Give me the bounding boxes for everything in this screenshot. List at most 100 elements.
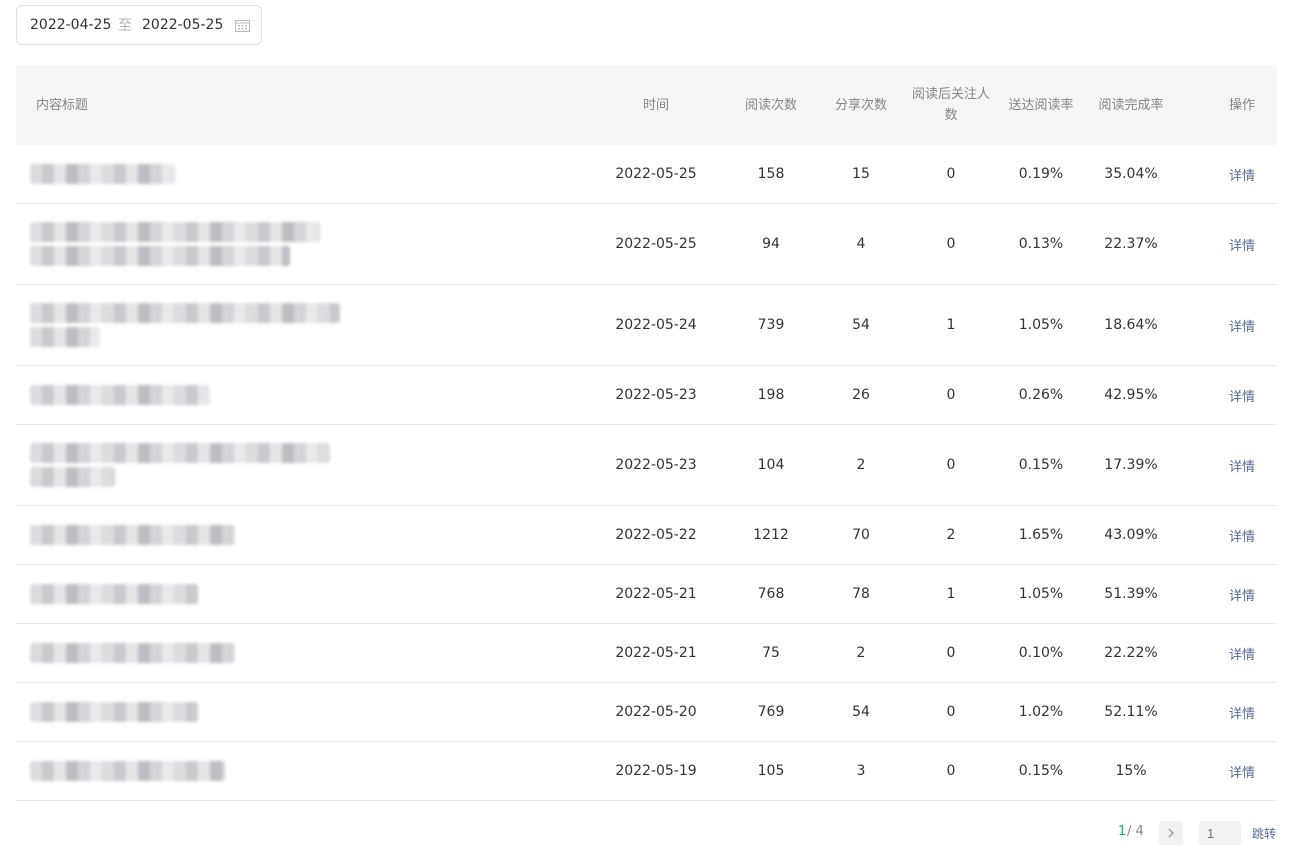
row-shares: 3 [856, 763, 866, 779]
row-shares: 54 [852, 317, 870, 333]
row-follows: 0 [946, 763, 956, 779]
row-reads: 94 [762, 236, 780, 252]
row-time: 2022-05-25 [615, 236, 697, 252]
table-body: 2022-05-25 158 15 0 0.19% 35.04% 详情 2022-05-25 9… [16, 145, 1277, 801]
row-title-redacted [16, 366, 576, 424]
row-time: 2022-05-23 [615, 457, 697, 473]
table-row: 2022-05-19 105 3 0 0.15% 15% 详情 [16, 742, 1277, 801]
row-title-redacted [16, 565, 576, 623]
row-shares: 70 [852, 527, 870, 543]
row-shares: 2 [856, 645, 866, 661]
header-title: 内容标题 [36, 97, 89, 113]
content-stats-table: 内容标题 时间 阅读次数 分享次数 阅读后关注人数 送达阅读率 阅读完成率 操作… [16, 65, 1277, 801]
row-shares: 26 [852, 387, 870, 403]
row-completion-rate: 52.11% [1104, 704, 1158, 720]
row-reads: 198 [757, 387, 785, 403]
row-follows: 1 [946, 586, 956, 602]
row-reach-rate: 0.15% [1018, 763, 1064, 779]
row-title-redacted [16, 624, 576, 682]
header-time: 时间 [642, 97, 669, 113]
row-reach-rate: 1.05% [1018, 317, 1064, 333]
row-title-redacted [16, 742, 576, 800]
detail-link[interactable]: 详情 [1212, 285, 1272, 365]
detail-link[interactable]: 详情 [1212, 683, 1272, 741]
row-completion-rate: 22.37% [1104, 236, 1158, 252]
date-range-picker[interactable]: 2022-04-25 至 2022-05-25 [16, 5, 262, 45]
table-row: 2022-05-24 739 54 1 1.05% 18.64% 详情 [16, 285, 1277, 366]
row-reads: 1212 [753, 527, 789, 543]
row-reads: 739 [757, 317, 785, 333]
row-reach-rate: 0.19% [1018, 166, 1064, 182]
row-reads: 105 [757, 763, 785, 779]
row-completion-rate: 18.64% [1104, 317, 1158, 333]
row-completion-rate: 43.09% [1104, 527, 1158, 543]
current-page: 1 [1118, 824, 1127, 839]
end-date[interactable]: 2022-05-25 [142, 17, 223, 33]
start-date[interactable]: 2022-04-25 [30, 17, 111, 33]
row-reads: 75 [762, 645, 780, 661]
row-completion-rate: 51.39% [1104, 586, 1158, 602]
header-follows: 阅读后关注人数 [911, 87, 990, 123]
row-follows: 0 [946, 457, 956, 473]
total-pages: / 4 [1127, 824, 1144, 839]
row-title-redacted [16, 425, 576, 505]
header-reads: 阅读次数 [744, 97, 797, 113]
detail-link[interactable]: 详情 [1212, 145, 1272, 203]
row-follows: 0 [946, 166, 956, 182]
detail-link[interactable]: 详情 [1212, 742, 1272, 800]
row-completion-rate: 42.95% [1104, 387, 1158, 403]
row-shares: 54 [852, 704, 870, 720]
row-completion-rate: 15% [1115, 763, 1147, 779]
row-time: 2022-05-19 [615, 763, 697, 779]
row-time: 2022-05-25 [615, 166, 697, 182]
row-reads: 104 [757, 457, 785, 473]
row-title-redacted [16, 285, 576, 365]
row-shares: 15 [852, 166, 870, 182]
header-reach-rate: 送达阅读率 [1008, 97, 1074, 113]
detail-link[interactable]: 详情 [1212, 425, 1272, 505]
next-page-button[interactable] [1159, 821, 1183, 845]
row-time: 2022-05-22 [615, 527, 697, 543]
row-reach-rate: 0.10% [1018, 645, 1064, 661]
row-reads: 768 [757, 586, 785, 602]
row-completion-rate: 17.39% [1104, 457, 1158, 473]
row-reach-rate: 1.65% [1018, 527, 1064, 543]
row-title-redacted [16, 506, 576, 564]
pagination: 1 / 4 跳转 [1100, 821, 1277, 845]
detail-link[interactable]: 详情 [1212, 506, 1272, 564]
row-follows: 0 [946, 704, 956, 720]
chevron-right-icon [1168, 828, 1174, 838]
calendar-icon[interactable] [235, 19, 250, 32]
header-action: 操作 [1228, 97, 1255, 113]
row-title-redacted [16, 683, 576, 741]
detail-link[interactable]: 详情 [1212, 565, 1272, 623]
row-completion-rate: 35.04% [1104, 166, 1158, 182]
row-completion-rate: 22.22% [1104, 645, 1158, 661]
header-shares: 分享次数 [834, 97, 887, 113]
row-time: 2022-05-24 [615, 317, 697, 333]
table-header: 内容标题 时间 阅读次数 分享次数 阅读后关注人数 送达阅读率 阅读完成率 操作 [16, 65, 1277, 145]
detail-link[interactable]: 详情 [1212, 204, 1272, 284]
table-row: 2022-05-25 94 4 0 0.13% 22.37% 详情 [16, 204, 1277, 285]
row-reach-rate: 0.13% [1018, 236, 1064, 252]
row-follows: 2 [946, 527, 956, 543]
row-time: 2022-05-20 [615, 704, 697, 720]
row-shares: 2 [856, 457, 866, 473]
detail-link[interactable]: 详情 [1212, 366, 1272, 424]
header-completion-rate: 阅读完成率 [1098, 97, 1164, 113]
table-row: 2022-05-22 1212 70 2 1.65% 43.09% 详情 [16, 506, 1277, 565]
table-row: 2022-05-23 104 2 0 0.15% 17.39% 详情 [16, 425, 1277, 506]
row-reach-rate: 0.26% [1018, 387, 1064, 403]
row-time: 2022-05-23 [615, 387, 697, 403]
row-reads: 158 [757, 166, 785, 182]
row-time: 2022-05-21 [615, 586, 697, 602]
page-number-input[interactable] [1199, 821, 1241, 845]
detail-link[interactable]: 详情 [1212, 624, 1272, 682]
row-reach-rate: 1.02% [1018, 704, 1064, 720]
row-reads: 769 [757, 704, 785, 720]
row-title-redacted [16, 145, 576, 203]
jump-button[interactable]: 跳转 [1252, 825, 1276, 842]
table-row: 2022-05-21 768 78 1 1.05% 51.39% 详情 [16, 565, 1277, 624]
row-shares: 4 [856, 236, 866, 252]
table-row: 2022-05-25 158 15 0 0.19% 35.04% 详情 [16, 145, 1277, 204]
